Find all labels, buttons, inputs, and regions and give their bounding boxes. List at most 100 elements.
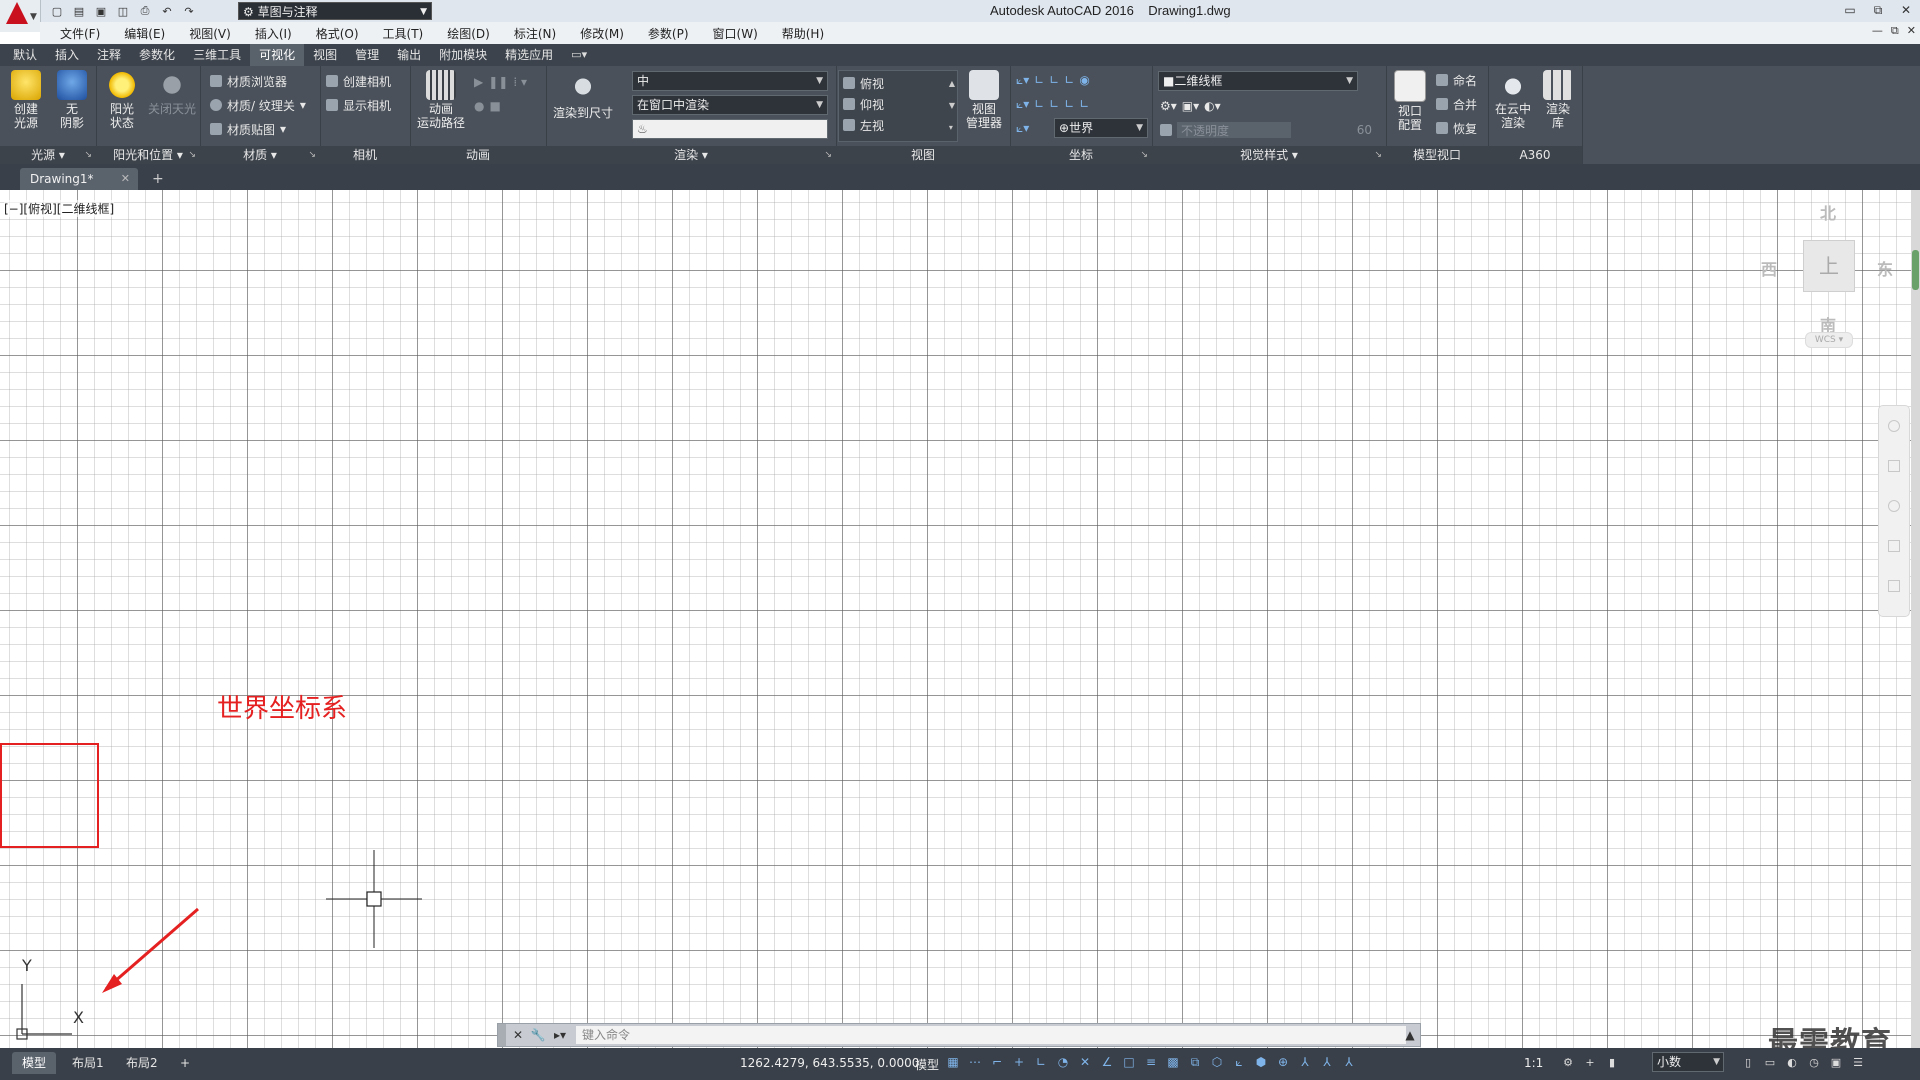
views-list-scroll[interactable]: ▲ ▼ ▾ (949, 73, 955, 139)
ucs-view-icon[interactable]: ◉ (1079, 73, 1089, 87)
tab-insert[interactable]: 插入 (46, 44, 88, 66)
tab-addins[interactable]: 附加模块 (430, 44, 496, 66)
menu-tools[interactable]: 工具(T) (371, 25, 436, 42)
wrench-icon[interactable]: 🔧 (530, 1027, 546, 1043)
vertical-scrollbar[interactable] (1911, 190, 1920, 1048)
dialog-launcher-icon[interactable]: ↘ (1374, 146, 1382, 164)
lock-ui-icon[interactable]: ▭ (1762, 1054, 1778, 1070)
annotation-visibility-icon[interactable]: ⅄ (1297, 1054, 1313, 1070)
clean-screen-icon[interactable]: ▣ (1828, 1054, 1844, 1070)
sun-status-button[interactable]: 阳光 状态 (100, 70, 144, 130)
record-icon[interactable]: ● (474, 99, 484, 113)
ucs-icon[interactable]: ⟀▾ (1016, 73, 1029, 88)
menu-dimension[interactable]: 标注(N) (502, 25, 568, 42)
tab-featured-apps[interactable]: 精选应用 (496, 44, 562, 66)
doc-close-button[interactable]: ✕ (1907, 24, 1916, 38)
ucs-z-icon[interactable]: ∟ (1064, 73, 1074, 87)
viewport-name-button[interactable]: 命名 (1436, 70, 1477, 90)
workspace-gear-icon[interactable]: ⚙ (1560, 1054, 1576, 1070)
stop-icon[interactable]: ■ (489, 99, 500, 113)
tab-default[interactable]: 默认 (4, 44, 46, 66)
material-mapping-button[interactable]: 材质贴图 ▾ (210, 119, 286, 139)
menu-help[interactable]: 帮助(H) (770, 25, 836, 42)
infer-icon[interactable]: ⌐ (989, 1054, 1005, 1070)
command-line-grip[interactable] (498, 1024, 506, 1046)
lineweight-icon[interactable]: ≡ (1143, 1054, 1159, 1070)
panel-label-materials[interactable]: 材质 ▾ ↘ (200, 146, 320, 164)
viewport-join-button[interactable]: 合并 (1436, 94, 1477, 114)
panel-label-lights[interactable]: 光源 ▾ ↘ (0, 146, 96, 164)
3d-osnap-icon[interactable]: ⬡ (1209, 1054, 1225, 1070)
transparency-icon[interactable]: ▩ (1165, 1054, 1181, 1070)
create-light-button[interactable]: 创建 光源 (6, 70, 46, 130)
dialog-launcher-icon[interactable]: ↘ (84, 146, 92, 164)
ucs-select[interactable]: ⊕世界 ▼ (1054, 118, 1148, 138)
menu-insert[interactable]: 插入(I) (243, 25, 304, 42)
view-manager-button[interactable]: 视图 管理器 (960, 70, 1008, 130)
play-icon[interactable]: ▶ (474, 75, 483, 89)
opacity-value[interactable]: 60 (1296, 123, 1372, 137)
panel-label-sun[interactable]: 阳光和位置 ▾ ↘ (96, 146, 200, 164)
snap-icon[interactable]: ⋯ (967, 1054, 983, 1070)
menu-format[interactable]: 格式(O) (304, 25, 371, 42)
dialog-launcher-icon[interactable]: ↘ (1140, 146, 1148, 164)
animation-path-button[interactable]: 动画 运动路径 (412, 70, 470, 130)
tab-parametric[interactable]: 参数化 (130, 44, 184, 66)
lighting-icon[interactable]: ◐▾ (1204, 99, 1221, 113)
units-select[interactable]: 小数 ▼ (1652, 1052, 1724, 1072)
no-shadow-button[interactable]: 无 阴影 (52, 70, 92, 130)
layout-tab-1[interactable]: 布局1 (62, 1052, 114, 1074)
selection-cycling-icon[interactable]: ⧉ (1187, 1054, 1203, 1070)
application-menu-button[interactable]: ▼ (0, 0, 41, 32)
ucs-3point-icon[interactable]: ∟ (1064, 97, 1074, 111)
view-item-left[interactable]: 左视 (843, 115, 884, 135)
menu-file[interactable]: 文件(F) (48, 25, 112, 42)
render-to-size-button[interactable]: 渲染到尺寸 (552, 70, 614, 120)
panel-label-visual-styles[interactable]: 视觉样式 ▾ ↘ (1152, 146, 1386, 164)
face-style-icon[interactable]: ▣▾ (1182, 99, 1199, 113)
opacity-slider[interactable]: 不透明度 (1177, 122, 1291, 138)
menu-modify[interactable]: 修改(M) (568, 25, 636, 42)
add-layout-button[interactable]: + (170, 1052, 200, 1074)
minimize-button[interactable]: ▭ (1836, 0, 1864, 20)
render-quality-select[interactable]: 中 ▼ (632, 71, 828, 91)
layout-tab-model[interactable]: 模型 (12, 1052, 57, 1074)
workspace-selector[interactable]: ⚙ 草图与注释 ▼ (238, 2, 432, 20)
quick-properties-icon[interactable]: ▯ (1740, 1054, 1756, 1070)
dynamic-input-icon[interactable]: + (1011, 1054, 1027, 1070)
grid-icon[interactable]: ▦ (945, 1054, 961, 1070)
layout-tab-2[interactable]: 布局2 (116, 1052, 168, 1074)
menu-edit[interactable]: 编辑(E) (112, 25, 177, 42)
command-prompt-icon[interactable]: ▸▾ (552, 1027, 568, 1043)
panel-label-coordinates[interactable]: 坐标 ↘ (1010, 146, 1152, 164)
create-camera-button[interactable]: 创建相机 (326, 71, 391, 91)
ucs-face-icon[interactable]: ∟ (1049, 97, 1059, 111)
view-item-top[interactable]: 俯视 (843, 73, 884, 93)
document-tab-drawing1[interactable]: Drawing1* ✕ (20, 168, 138, 190)
dialog-launcher-icon[interactable]: ↘ (824, 146, 832, 164)
ucs-origin-icon[interactable]: ⟀▾ (1016, 97, 1029, 112)
units-icon[interactable]: ▮ (1604, 1054, 1620, 1070)
menu-window[interactable]: 窗口(W) (701, 25, 770, 42)
viewport-config-button[interactable]: 视口 配置 (1388, 70, 1432, 132)
close-button[interactable]: ✕ (1892, 0, 1920, 20)
doc-minimize-button[interactable]: — (1872, 24, 1883, 38)
hardware-acceleration-icon[interactable]: ◷ (1806, 1054, 1822, 1070)
annotation-scale-icon[interactable]: ⅄ (1341, 1054, 1357, 1070)
object-snap-icon[interactable]: □ (1121, 1054, 1137, 1070)
tab-3d-tools[interactable]: 三维工具 (184, 44, 250, 66)
tab-visualize[interactable]: 可视化 (250, 44, 305, 66)
view-item-bottom[interactable]: 仰视 (843, 94, 884, 114)
tab-annotate[interactable]: 注释 (88, 44, 130, 66)
render-mode-select[interactable]: 在窗口中渲染 ▼ (632, 95, 828, 115)
materials-browser-button[interactable]: 材质浏览器 (210, 71, 287, 91)
gizmo-icon[interactable]: ⊕ (1275, 1054, 1291, 1070)
object-snap-tracking-icon[interactable]: ∠ (1099, 1054, 1115, 1070)
command-history-icon[interactable]: ▲ (1402, 1027, 1418, 1043)
polar-icon[interactable]: ◔ (1055, 1054, 1071, 1070)
close-tab-icon[interactable]: ✕ (121, 168, 130, 190)
ribbon-display-toggle[interactable]: ▭▾ (562, 44, 596, 66)
dynamic-ucs-icon[interactable]: ⟀ (1231, 1054, 1247, 1070)
redo-icon[interactable]: ↷ (180, 2, 198, 20)
selection-filter-icon[interactable]: ⬢ (1253, 1054, 1269, 1070)
